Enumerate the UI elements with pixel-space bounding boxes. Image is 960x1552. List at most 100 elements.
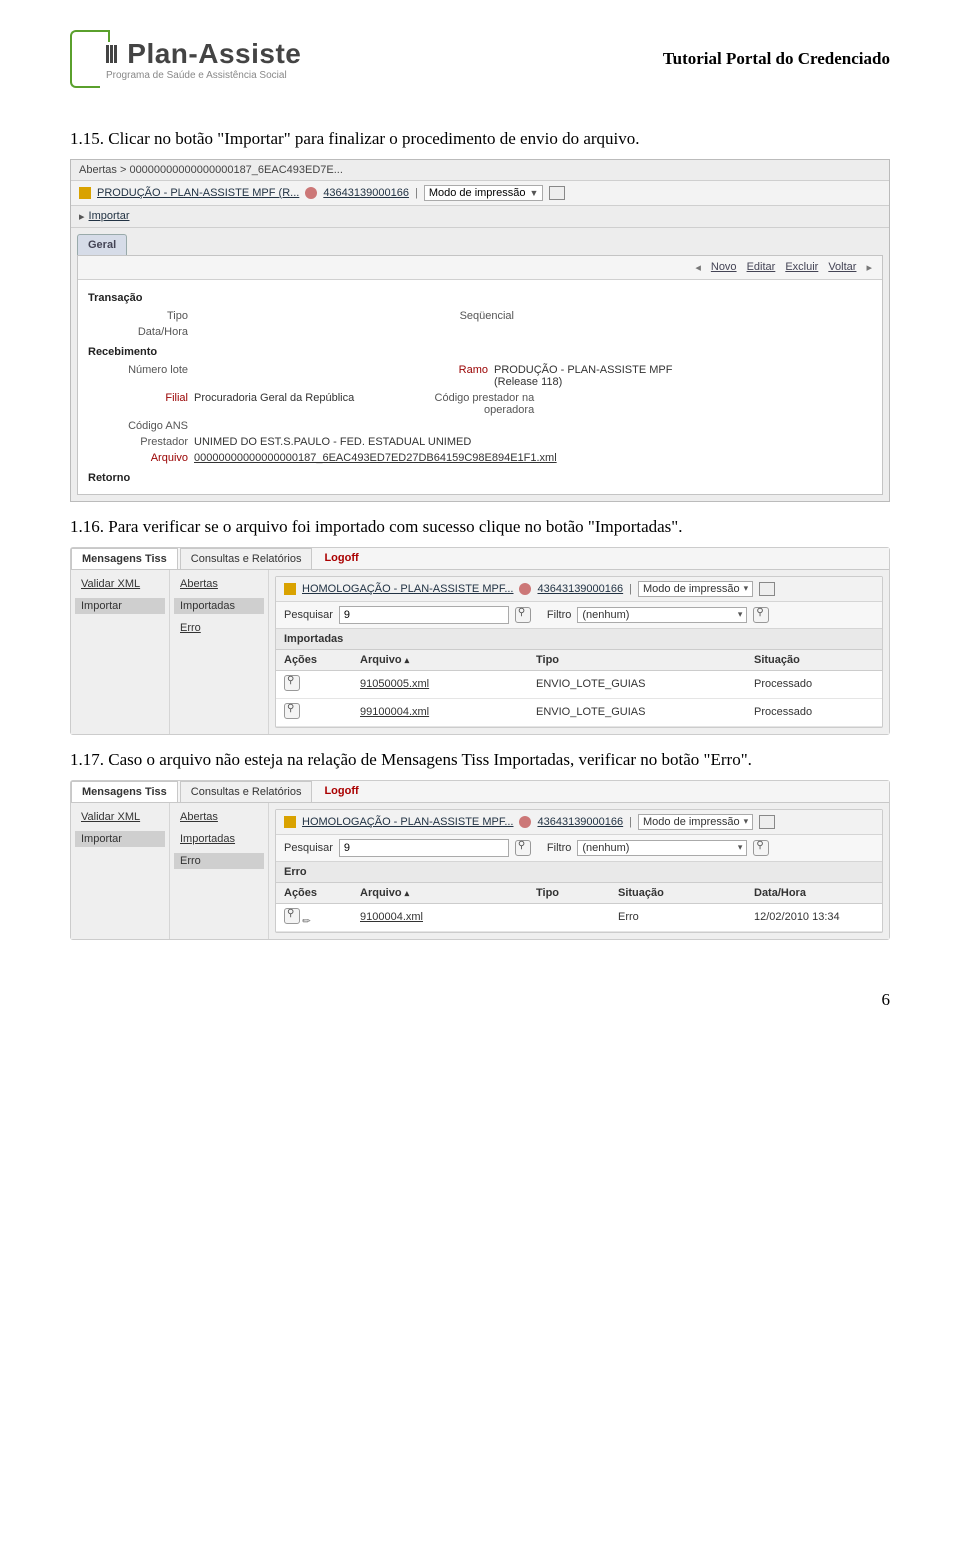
table-row: 99100004.xml ENVIO_LOTE_GUIAS Processado [276,698,882,726]
cell-tipo: ENVIO_LOTE_GUIAS [528,698,746,726]
col-acoes: Ações [276,650,352,671]
screenshot-erro: Mensagens Tiss Consultas e Relatórios Lo… [70,780,890,940]
numero-link[interactable]: 43643139000166 [323,187,409,199]
value-arquivo[interactable]: 00000000000000000187_6EAC493ED7ED27DB641… [194,452,557,464]
label-pesquisar: Pesquisar [284,609,333,621]
sidebar-item-importadas[interactable]: Importadas [174,598,264,614]
sort-icon[interactable]: ▴ [405,655,410,665]
importar-button[interactable]: Importar [89,210,130,222]
label-filtro: Filtro [547,842,571,854]
print-icon[interactable] [759,582,775,596]
edit-icon[interactable]: ✎ [300,914,314,928]
chevron-down-icon: ▾ [744,583,749,594]
view-icon[interactable] [284,675,300,691]
col-arquivo: Arquivo ▴ [352,650,528,671]
label-codigo-ans: Código ANS [88,420,188,432]
novo-button[interactable]: Novo [711,261,737,274]
label-pesquisar: Pesquisar [284,842,333,854]
cell-situacao: Processado [746,670,882,698]
table-row: ✎ 9100004.xml Erro 12/02/2010 13:34 [276,903,882,931]
tab-consultas[interactable]: Consultas e Relatórios [180,781,313,802]
sidebar-item-validar[interactable]: Validar XML [75,576,165,592]
form-action-bar: ◂ Novo Editar Excluir Voltar ▸ [78,256,882,280]
filtro-select[interactable]: (nenhum)▾ [577,607,747,623]
sidebar-item-erro[interactable]: Erro [174,620,264,636]
search-icon[interactable] [515,607,531,623]
person-icon [305,187,317,199]
search-icon[interactable] [515,840,531,856]
value-ramo: PRODUÇÃO - PLAN-ASSISTE MPF (Release 118… [494,364,694,388]
print-icon[interactable] [759,815,775,829]
filter-edit-icon[interactable] [753,607,769,623]
tab-geral[interactable]: Geral [77,234,127,255]
editar-button[interactable]: Editar [747,261,776,274]
modo-impressao-select[interactable]: Modo de impressão▾ [638,581,753,597]
sidebar-item-abertas[interactable]: Abertas [174,576,264,592]
label-tipo: Tipo [88,310,188,322]
tab-mensagens-tiss[interactable]: Mensagens Tiss [71,781,178,802]
print-icon[interactable] [549,186,565,200]
cell-arquivo[interactable]: 9100004.xml [352,903,528,931]
label-numero-lote: Número lote [88,364,188,376]
sidebar-item-erro[interactable]: Erro [174,853,264,869]
value-filial: Procuradoria Geral da República [194,392,354,404]
cube-icon [79,187,91,199]
search-input[interactable] [339,839,509,857]
grid-erro: Ações Arquivo ▴ Tipo Situação Data/Hora … [276,883,882,932]
filter-edit-icon[interactable] [753,840,769,856]
homolog-link[interactable]: HOMOLOGAÇÃO - PLAN-ASSISTE MPF... [302,583,513,595]
numero-link[interactable]: 43643139000166 [537,583,623,595]
sidebar-item-importar[interactable]: Importar [75,598,165,614]
bars-icon [106,45,117,63]
screenshot-importadas: Mensagens Tiss Consultas e Relatórios Lo… [70,547,890,735]
sidebar-item-importadas[interactable]: Importadas [174,831,264,847]
logo: Plan-Assiste Programa de Saúde e Assistê… [70,30,301,88]
col-datahora: Data/Hora [746,883,882,904]
cube-icon [284,583,296,595]
chevron-down-icon: ▾ [744,816,749,827]
excluir-button[interactable]: Excluir [785,261,818,274]
paragraph-1-17: 1.17. Caso o arquivo não esteja na relaç… [70,749,890,772]
sidebar-item-abertas[interactable]: Abertas [174,809,264,825]
page-number: 6 [70,990,890,1010]
view-icon[interactable] [284,908,300,924]
section-recebimento: Recebimento [88,346,872,358]
search-input[interactable] [339,606,509,624]
logo-title: Plan-Assiste [106,38,301,70]
screenshot-importar-form: Abertas > 00000000000000000187_6EAC493ED… [70,159,890,502]
modo-impressao-select[interactable]: Modo de impressão▼ [424,185,544,201]
tab-logoff[interactable]: Logoff [314,548,368,569]
tab-logoff[interactable]: Logoff [314,781,368,802]
person-icon [519,583,531,595]
cell-arquivo[interactable]: 91050005.xml [352,670,528,698]
col-tipo: Tipo [528,650,746,671]
numero-link[interactable]: 43643139000166 [537,816,623,828]
triangle-icon: ▸ [79,210,85,223]
page-header-right: Tutorial Portal do Credenciado [663,49,890,69]
cell-arquivo[interactable]: 99100004.xml [352,698,528,726]
col-acoes: Ações [276,883,352,904]
sidebar-item-validar[interactable]: Validar XML [75,809,165,825]
view-icon[interactable] [284,703,300,719]
section-retorno: Retorno [88,472,872,484]
label-ramo: Ramo [388,364,488,376]
label-datahora: Data/Hora [88,326,188,338]
sidebar-item-importar[interactable]: Importar [75,831,165,847]
grid-title-importadas: Importadas [276,629,882,650]
section-transacao: Transação [88,292,872,304]
cell-tipo: ENVIO_LOTE_GUIAS [528,670,746,698]
sort-icon[interactable]: ▴ [405,888,410,898]
modo-impressao-select[interactable]: Modo de impressão▾ [638,814,753,830]
tab-consultas[interactable]: Consultas e Relatórios [180,548,313,569]
paragraph-1-16: 1.16. Para verificar se o arquivo foi im… [70,516,890,539]
cube-icon [284,816,296,828]
grid-title-erro: Erro [276,862,882,883]
homolog-link[interactable]: HOMOLOGAÇÃO - PLAN-ASSISTE MPF... [302,816,513,828]
producao-link[interactable]: PRODUÇÃO - PLAN-ASSISTE MPF (R... [97,187,299,199]
tab-mensagens-tiss[interactable]: Mensagens Tiss [71,548,178,569]
voltar-button[interactable]: Voltar [828,261,856,274]
label-sequencial: Seqüencial [414,310,514,322]
logo-bracket-icon [70,30,100,88]
col-tipo: Tipo [528,883,610,904]
filtro-select[interactable]: (nenhum)▾ [577,840,747,856]
